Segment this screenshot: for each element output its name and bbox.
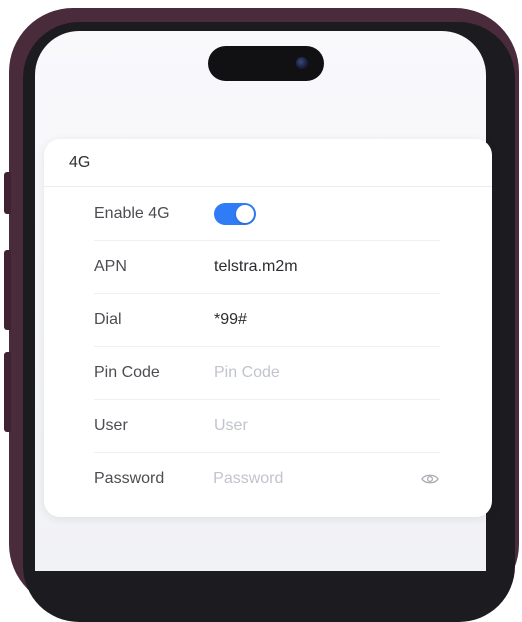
toggle-knob <box>236 204 254 223</box>
apn-label: APN <box>94 257 127 275</box>
card-title: 4G <box>44 139 492 187</box>
enable-4g-label: Enable 4G <box>94 204 170 222</box>
user-row: User <box>94 399 440 453</box>
eye-icon[interactable] <box>420 469 440 489</box>
dial-row: Dial *99# <box>94 293 440 347</box>
4g-settings-card: 4G Enable 4G APN telstra.m2m Dial *99# P… <box>44 139 492 517</box>
user-input[interactable] <box>214 416 440 435</box>
phone-volume-up-button <box>4 250 11 330</box>
dynamic-island <box>208 46 324 81</box>
apn-row: APN telstra.m2m <box>94 240 440 294</box>
pin-code-input[interactable] <box>214 363 440 382</box>
enable-4g-row: Enable 4G <box>94 187 440 241</box>
password-label: Password <box>94 469 165 487</box>
pin-code-label: Pin Code <box>94 363 160 381</box>
password-input[interactable] <box>213 469 421 488</box>
pin-code-row: Pin Code <box>94 346 440 400</box>
dial-value[interactable]: *99# <box>214 311 440 329</box>
dial-label: Dial <box>94 310 122 328</box>
password-row: Password <box>94 452 440 505</box>
user-label: User <box>94 416 128 434</box>
enable-4g-toggle[interactable] <box>214 202 256 225</box>
phone-action-button <box>4 172 11 214</box>
apn-value[interactable]: telstra.m2m <box>214 258 440 276</box>
camera-icon <box>296 57 308 69</box>
phone-volume-down-button <box>4 352 11 432</box>
